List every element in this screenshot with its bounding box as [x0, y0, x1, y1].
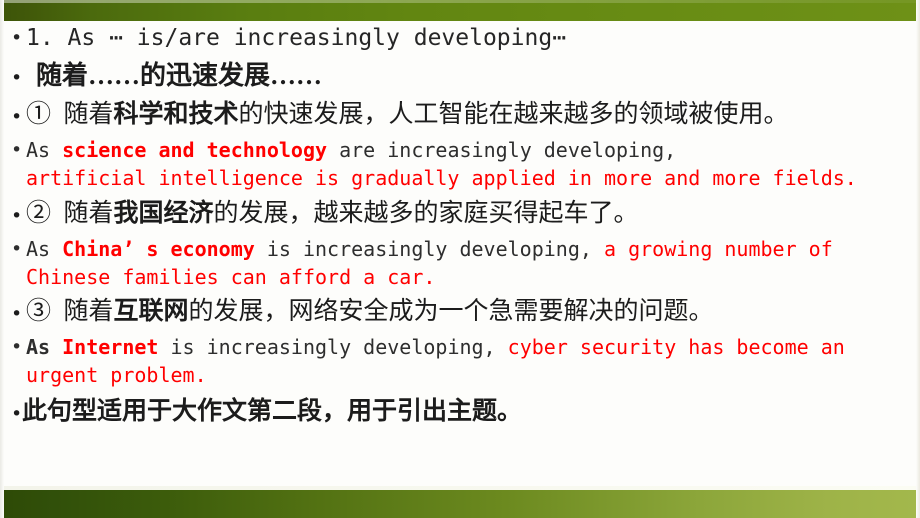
bullet-icon: •: [11, 238, 23, 260]
bullet-item2-en: • As China’ s economy is increasingly de…: [0, 231, 920, 291]
item3-cn-suffix: 的发展，网络安全成为一个急需要解决的问题。: [188, 298, 714, 325]
item1-cn-marker: ①: [26, 101, 52, 128]
item1-cn-prefix: 随着: [63, 101, 114, 128]
bullet-item3-en: • As Internet is increasingly developing…: [0, 329, 920, 389]
item2-cn-marker: ②: [26, 200, 52, 227]
slide-body-content: • 1. As ⋯ is/are increasingly developing…: [0, 21, 920, 490]
item2-cn-prefix: 随着: [63, 200, 114, 227]
item2-cn-keyword: 我国经济: [113, 200, 214, 227]
item1-cn-suffix: 的快速发展，人工智能在越来越多的领域被使用。: [238, 101, 789, 128]
bullet-item1-cn: • ① 随着科学和技术的快速发展，人工智能在越来越多的领域被使用。: [0, 93, 920, 132]
item1-en-keyword: science and technology: [62, 138, 328, 162]
bullet-icon: •: [11, 336, 23, 358]
item3-en-middle: is increasingly developing,: [158, 335, 508, 359]
bullet-icon: •: [11, 205, 23, 227]
bullet-icon: •: [11, 106, 23, 128]
bullet-heading-cn: • 随着……的迅速发展……: [0, 53, 920, 93]
bullet-icon: •: [11, 403, 23, 425]
item2-en-prefix: As: [26, 237, 63, 261]
item2-cn-suffix: 的发展，越来越多的家庭买得起车了。: [213, 200, 639, 227]
slide-canvas: • 1. As ⋯ is/are increasingly developing…: [0, 0, 920, 518]
footer-note-text: 此句型适用于大作文第二段，用于引出主题。: [22, 398, 523, 425]
bullet-heading-en: • 1. As ⋯ is/are increasingly developing…: [0, 21, 920, 53]
item2-en-keyword: China’ s economy: [62, 237, 255, 261]
item1-cn-keyword: 科学和技术: [113, 101, 239, 128]
item3-cn-keyword: 互联网: [113, 298, 189, 325]
slide-bottom-decorative-bar: [0, 490, 920, 518]
bullet-item1-en: • As science and technology are increasi…: [0, 132, 920, 192]
bullet-icon: •: [11, 27, 23, 49]
heading-cn-text: 随着……的迅速发展……: [36, 61, 323, 90]
top-bar-highlight: [0, 0, 920, 3]
bullet-item2-cn: • ② 随着我国经济的发展，越来越多的家庭买得起车了。: [0, 192, 920, 231]
bullet-item3-cn: • ③ 随着互联网的发展，网络安全成为一个急需要解决的问题。: [0, 291, 920, 329]
item1-en-middle: are increasingly developing,: [327, 138, 677, 162]
item2-en-middle: is increasingly developing,: [254, 237, 604, 261]
item3-en-prefix: As: [26, 335, 63, 359]
bullet-icon: •: [11, 67, 23, 89]
item3-cn-prefix: 随着: [63, 298, 114, 325]
bullet-icon: •: [11, 303, 23, 325]
bullet-footer-note: • 此句型适用于大作文第二段，用于引出主题。: [0, 389, 920, 429]
heading-en-text: 1. As ⋯ is/are increasingly developing⋯: [26, 25, 567, 51]
bullet-icon: •: [11, 139, 23, 161]
item1-en-answer: artificial intelligence is gradually app…: [26, 166, 857, 190]
item1-en-prefix: As: [26, 138, 63, 162]
slide-top-decorative-bar: [0, 0, 920, 21]
item3-en-keyword: Internet: [62, 335, 159, 359]
item3-cn-marker: ③: [26, 298, 52, 325]
